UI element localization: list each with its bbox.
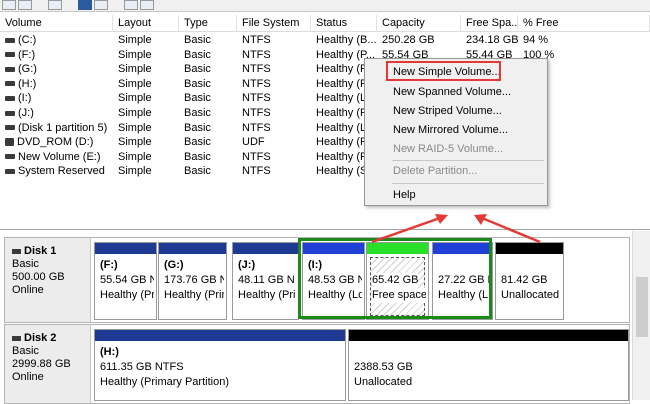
arrow-left bbox=[371, 214, 448, 244]
annotation-arrows bbox=[371, 214, 541, 244]
arrow-right bbox=[474, 214, 541, 244]
